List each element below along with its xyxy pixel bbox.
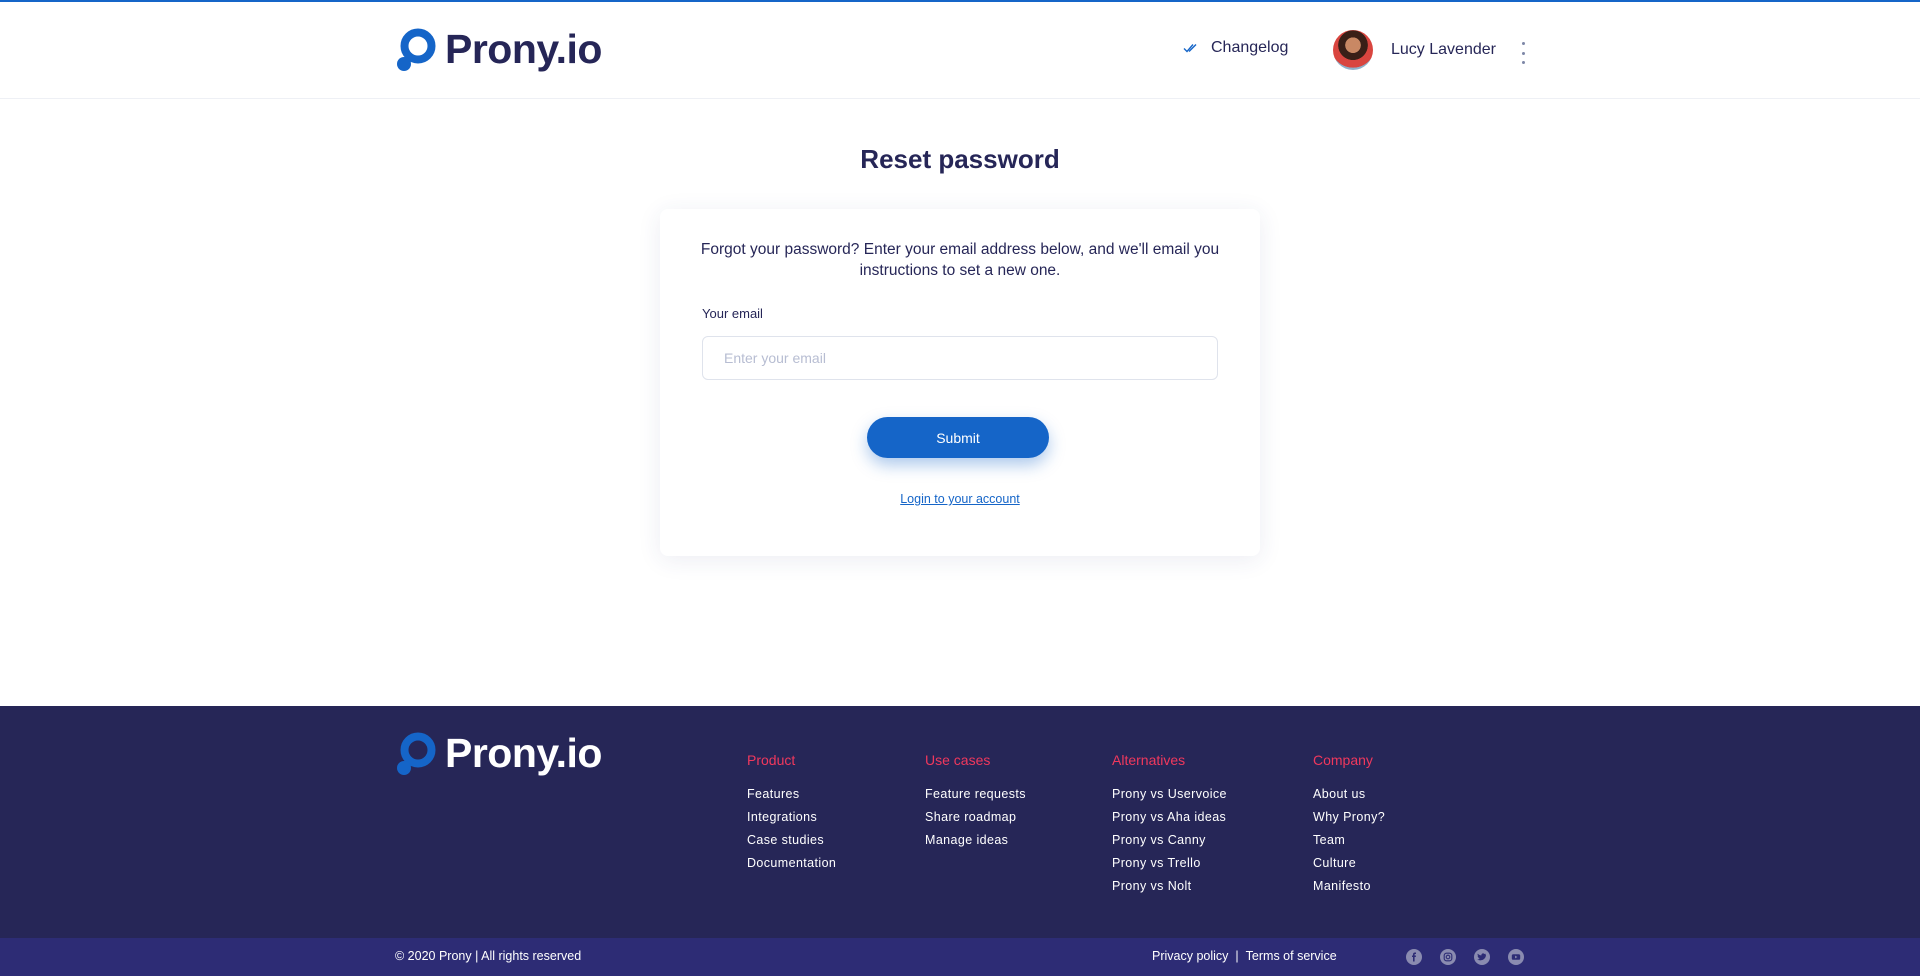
footer-bottom-bar: © 2020 Prony | All rights reserved Priva… — [0, 938, 1920, 976]
footer-heading: Alternatives — [1112, 752, 1186, 768]
footer-link[interactable]: Culture — [1313, 852, 1385, 875]
privacy-policy-link[interactable]: Privacy policy — [1152, 949, 1228, 963]
logo-text: Prony.io — [445, 26, 602, 72]
footer-link[interactable]: Why Prony? — [1313, 806, 1385, 829]
footer-column-product: Product Features Integrations Case studi… — [747, 752, 836, 875]
footer-link[interactable]: Prony vs Nolt — [1112, 875, 1227, 898]
social-links — [1406, 949, 1524, 965]
double-check-icon — [1183, 44, 1197, 53]
footer-link[interactable]: Manage ideas — [925, 829, 1026, 852]
footer-heading: Use cases — [925, 752, 991, 768]
footer-link[interactable]: Share roadmap — [925, 806, 1026, 829]
footer-column-company: Company About us Why Prony? Team Culture… — [1313, 752, 1385, 898]
site-footer: Prony.io Product Features Integrations C… — [0, 706, 1920, 938]
reset-instructions: Forgot your password? Enter your email a… — [700, 241, 1220, 279]
footer-link[interactable]: Prony vs Trello — [1112, 852, 1227, 875]
facebook-icon[interactable] — [1406, 949, 1422, 965]
footer-link[interactable]: About us — [1313, 783, 1385, 806]
footer-link[interactable]: Manifesto — [1313, 875, 1385, 898]
header-logo[interactable]: Prony.io — [395, 26, 602, 73]
footer-heading: Product — [747, 752, 796, 768]
footer-link[interactable]: Feature requests — [925, 783, 1026, 806]
footer-heading: Company — [1313, 752, 1373, 768]
prony-logo-icon — [397, 28, 436, 71]
prony-logo-icon — [397, 732, 436, 775]
legal-links: Privacy policy | Terms of service — [1152, 949, 1337, 963]
page-title: Reset password — [860, 144, 1060, 174]
submit-button[interactable]: Submit — [867, 417, 1049, 458]
footer-link[interactable]: Documentation — [747, 852, 836, 875]
user-name: Lucy Lavender — [1391, 41, 1496, 58]
changelog-label: Changelog — [1211, 39, 1289, 56]
youtube-icon[interactable] — [1508, 949, 1524, 965]
footer-link[interactable]: Case studies — [747, 829, 836, 852]
footer-link[interactable]: Team — [1313, 829, 1385, 852]
footer-column-alternatives: Alternatives Prony vs Uservoice Prony vs… — [1112, 752, 1227, 898]
reset-password-card: Forgot your password? Enter your email a… — [660, 209, 1260, 556]
terms-of-service-link[interactable]: Terms of service — [1246, 949, 1337, 963]
copyright-text: © 2020 Prony | All rights reserved — [395, 949, 582, 963]
footer-link[interactable]: Features — [747, 783, 836, 806]
twitter-icon[interactable] — [1474, 949, 1490, 965]
email-input[interactable] — [702, 336, 1218, 380]
instagram-icon[interactable] — [1440, 949, 1456, 965]
footer-logo[interactable]: Prony.io — [395, 730, 602, 777]
user-menu[interactable]: Lucy Lavender — [1333, 30, 1496, 70]
footer-link[interactable]: Prony vs Canny — [1112, 829, 1227, 852]
logo-text: Prony.io — [445, 730, 602, 776]
footer-column-use-cases: Use cases Feature requests Share roadmap… — [925, 752, 1026, 852]
email-label: Your email — [702, 306, 763, 321]
legal-separator: | — [1235, 949, 1239, 963]
footer-link[interactable]: Integrations — [747, 806, 836, 829]
avatar — [1333, 30, 1373, 70]
site-header: Prony.io Changelog Lucy Lavender — [0, 2, 1920, 99]
kebab-menu-icon[interactable] — [1516, 42, 1530, 64]
footer-link[interactable]: Prony vs Aha ideas — [1112, 806, 1227, 829]
footer-link[interactable]: Prony vs Uservoice — [1112, 783, 1227, 806]
changelog-link[interactable]: Changelog — [1183, 39, 1288, 57]
login-link[interactable]: Login to your account — [660, 492, 1260, 506]
